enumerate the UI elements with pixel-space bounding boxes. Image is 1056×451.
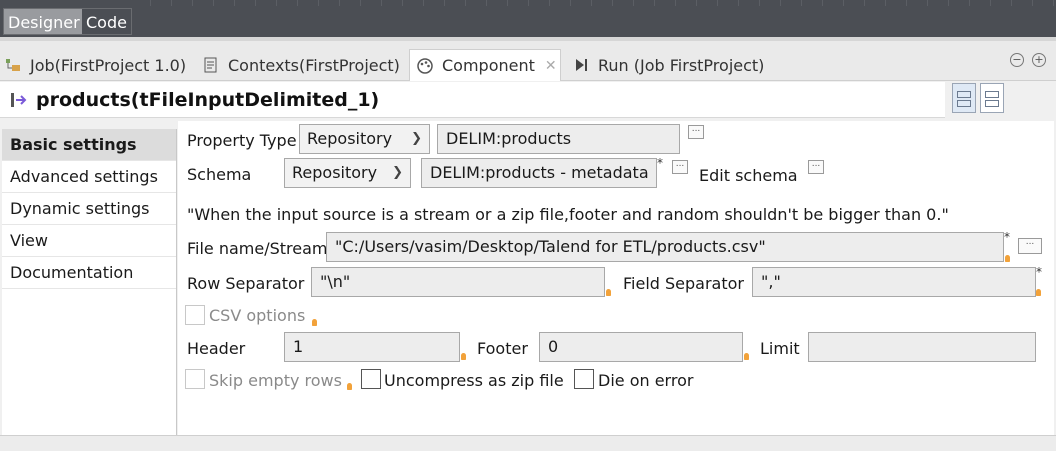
nav-basic-settings[interactable]: Basic settings [2,129,176,161]
schema-browse-button[interactable]: ... [672,160,688,174]
tab-job-label: Job(FirstProject 1.0) [30,55,187,75]
tab-designer[interactable]: Designer [3,8,85,35]
uncompress-zip-checkbox[interactable] [361,369,381,389]
footer-random-warning: "When the input source is a stream or a … [187,205,949,224]
die-on-error-checkbox[interactable] [574,369,594,389]
run-icon [572,56,590,74]
footer-input[interactable]: 0 [539,332,743,362]
limit-input[interactable] [808,332,1036,362]
layout-toggle [952,83,1004,113]
hint-bulb-icon [1005,255,1010,262]
limit-label: Limit [760,339,800,358]
edit-schema-label: Edit schema [699,166,798,185]
edit-schema-button[interactable]: ... [808,160,824,174]
canvas-grid [130,0,1056,6]
hint-bulb-icon [1036,289,1041,296]
header-label: Header [187,339,246,358]
chevron-down-icon: ❯ [392,165,403,180]
hint-bulb-icon [744,353,749,360]
die-on-error-label: Die on error [598,371,694,390]
hint-bulb-icon [461,353,466,360]
tab-contexts-label: Contexts(FirstProject) [228,55,400,75]
tab-component-label: Component [442,56,535,75]
schema-value: Repository [292,163,378,182]
property-type-select[interactable]: Repository ❯ [299,124,430,154]
schema-select[interactable]: Repository ❯ [284,158,411,188]
csv-options-checkbox[interactable] [185,305,205,325]
contexts-icon [202,56,220,74]
footer-label: Footer [477,339,528,358]
schema-repository-field[interactable]: DELIM:products - metadata [421,158,657,188]
filename-browse-button[interactable]: ... [1018,238,1042,254]
basic-settings-panel: Property Type Repository ❯ DELIM:product… [178,121,1054,435]
tab-run-label: Run (Job FirstProject) [598,55,765,75]
skip-empty-rows-checkbox[interactable] [185,369,205,389]
property-type-label: Property Type [187,131,297,150]
component-file-icon [8,89,30,111]
nav-dynamic-settings[interactable]: Dynamic settings [2,193,176,225]
row-separator-label: Row Separator [187,274,305,293]
job-icon [4,56,22,74]
nav-view[interactable]: View [2,225,176,257]
hint-bulb-icon [312,319,317,326]
close-icon[interactable]: ✕ [545,58,557,74]
chevron-down-icon: ❯ [411,131,422,146]
skip-empty-rows-label: Skip empty rows [209,371,342,390]
property-browse-button[interactable]: ... [688,125,704,139]
schema-label: Schema [187,165,252,184]
status-bar [0,435,1056,451]
palette-icon [416,57,434,75]
nav-documentation[interactable]: Documentation [2,257,176,289]
view-tab-bar: Job(FirstProject 1.0) Contexts(FirstProj… [0,41,1056,81]
maximize-icon[interactable]: + [1032,53,1046,67]
hint-bulb-icon [347,383,352,390]
required-mark: * [1036,265,1042,279]
required-mark: * [1004,230,1010,244]
property-repository-field[interactable]: DELIM:products [437,124,680,154]
minimize-icon[interactable]: − [1010,53,1024,67]
required-mark: * [657,156,663,170]
hint-bulb-icon [606,289,611,296]
component-title-bar: products(tFileInputDelimited_1) [0,82,945,118]
tab-component[interactable]: Component ✕ [409,49,561,81]
component-title: products(tFileInputDelimited_1) [36,88,380,111]
editor-mode-bar: Designer Code [0,0,1056,37]
window-controls: − + [1010,53,1046,67]
nav-advanced-settings[interactable]: Advanced settings [2,161,176,193]
layout-stacked-icon[interactable] [980,83,1004,113]
tab-job[interactable]: Job(FirstProject 1.0) [4,49,186,81]
header-input[interactable]: 1 [284,332,460,362]
tab-run[interactable]: Run (Job FirstProject) [572,49,764,81]
field-separator-label: Field Separator [623,274,744,293]
filename-input[interactable]: "C:/Users/vasim/Desktop/Talend for ETL/p… [326,232,1004,262]
filename-label: File name/Stream [187,239,328,258]
settings-nav: Basic settings Advanced settings Dynamic… [2,129,177,435]
csv-options-label: CSV options [209,306,306,325]
layout-two-column-icon[interactable] [952,83,976,113]
field-separator-input[interactable]: "," [752,267,1036,297]
row-separator-input[interactable]: "\n" [311,267,605,297]
uncompress-zip-label: Uncompress as zip file [384,371,564,390]
tab-contexts[interactable]: Contexts(FirstProject) [202,49,400,81]
tab-code[interactable]: Code [82,8,132,35]
property-type-value: Repository [307,129,393,148]
